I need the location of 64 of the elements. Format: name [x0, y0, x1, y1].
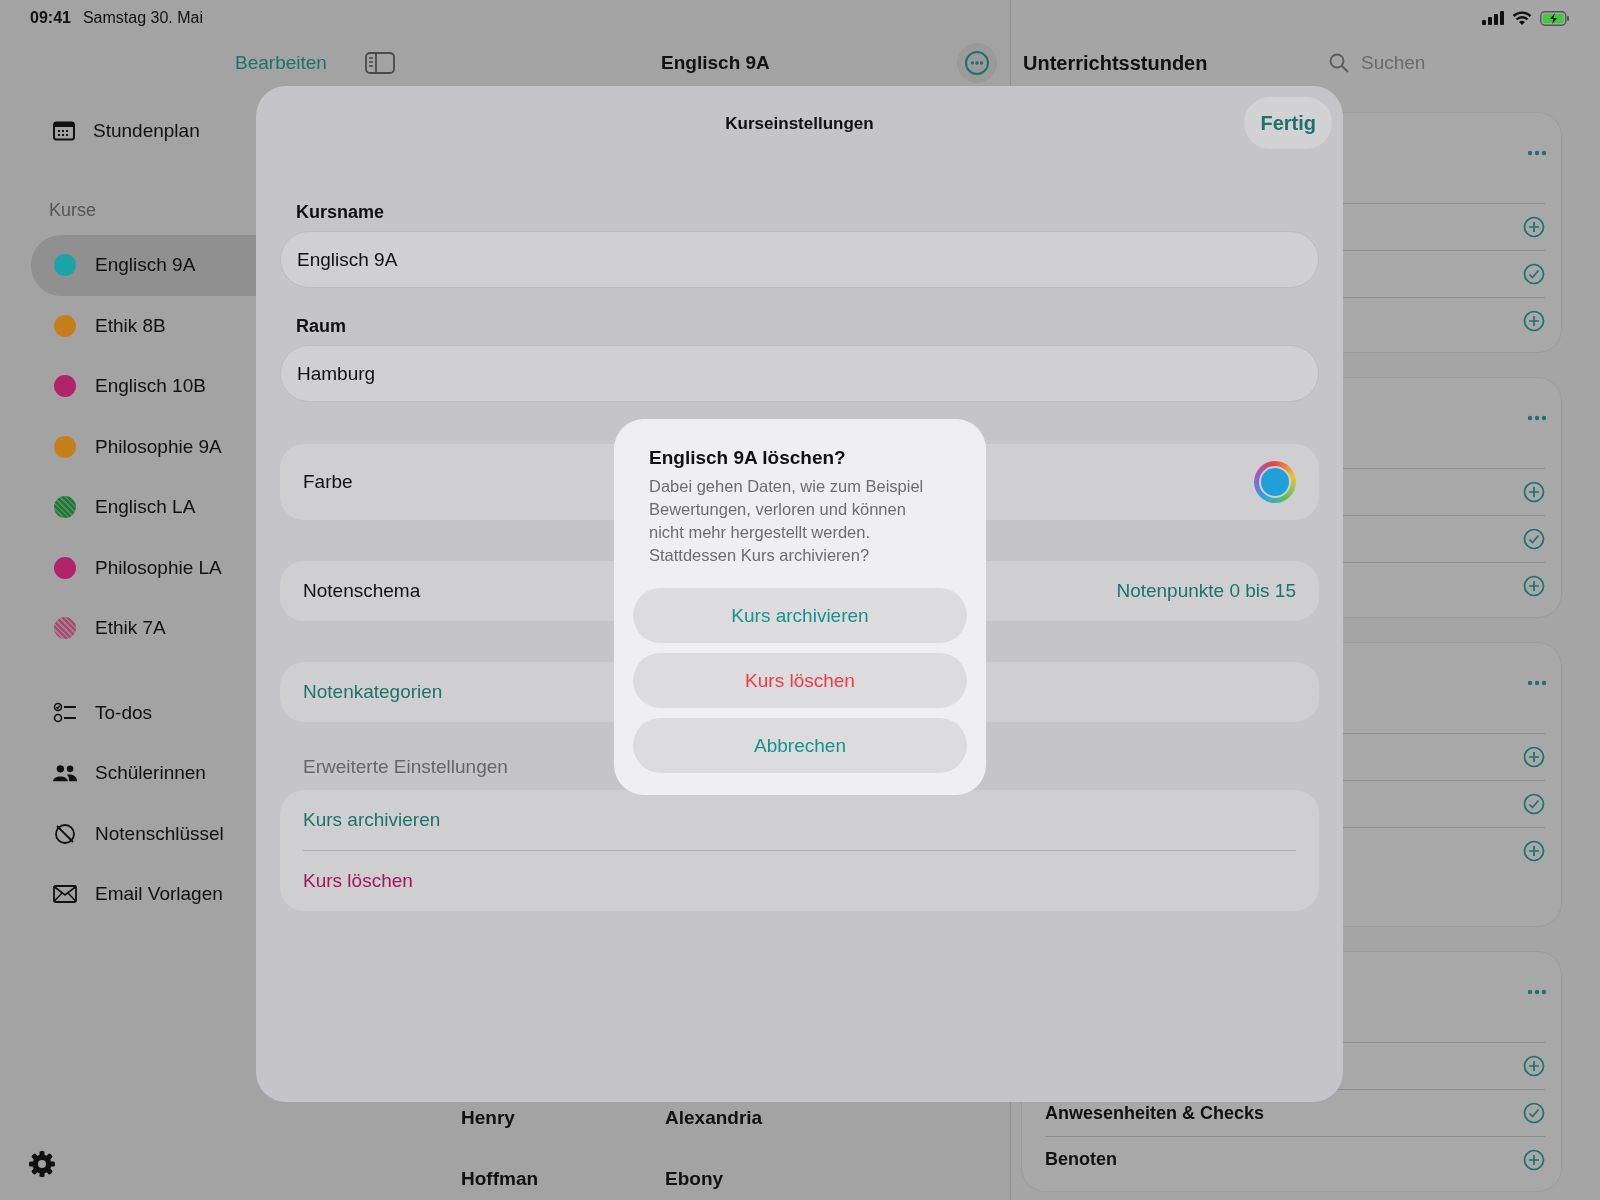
checkmark-icon[interactable] — [1523, 1102, 1545, 1124]
search-icon — [1329, 53, 1349, 73]
more-dots-icon[interactable] — [1527, 415, 1547, 421]
status-date: Samstag 30. Mai — [82, 9, 203, 27]
student-name: Hoffman — [461, 1169, 540, 1190]
schedule-item[interactable]: Stundenplan — [93, 120, 200, 142]
course-item[interactable]: Philosophie LA — [0, 537, 256, 598]
sidebar-item[interactable]: Schülerinnen — [95, 762, 206, 785]
more-icon[interactable] — [956, 42, 998, 84]
sidebar-toggle-icon[interactable] — [364, 52, 395, 74]
add-icon[interactable] — [1523, 481, 1545, 503]
lesson-action[interactable]: Anwesenheiten & Checks — [1045, 1102, 1265, 1124]
add-icon[interactable] — [1523, 840, 1545, 862]
room-field[interactable]: Hamburg — [280, 345, 1319, 402]
field-label: Kursname — [296, 202, 386, 223]
sidebar-item[interactable]: To-dos — [95, 701, 153, 724]
section-title: Kurse — [49, 200, 98, 221]
panel-title: Unterrichtsstunden — [1023, 51, 1209, 75]
checkmark-icon[interactable] — [1523, 263, 1545, 285]
student-name: Alexandria — [665, 1108, 764, 1129]
action-link[interactable]: Kurs archivieren — [303, 790, 441, 850]
done-button[interactable]: Fertig — [1244, 97, 1332, 149]
status-time: 09:41 — [30, 9, 71, 27]
sidebar-item[interactable]: Email Vorlagen — [95, 883, 223, 906]
course-item[interactable]: Ethik 7A — [0, 598, 256, 659]
settings-icon[interactable] — [28, 1150, 56, 1178]
field-label: Raum — [296, 316, 347, 337]
add-icon[interactable] — [1523, 575, 1545, 597]
checkmark-icon[interactable] — [1523, 793, 1545, 815]
add-icon[interactable] — [1523, 1149, 1545, 1171]
add-icon[interactable] — [1523, 310, 1545, 332]
checklist-icon — [53, 701, 77, 724]
page-title: Englisch 9A — [660, 52, 771, 74]
lesson-action[interactable]: Benoten — [1045, 1149, 1117, 1170]
section-header: Erweiterte Einstellungen — [303, 756, 509, 778]
course-item[interactable]: Englisch 10B — [0, 356, 256, 417]
signal-icon — [1482, 11, 1504, 25]
add-icon[interactable] — [1523, 746, 1545, 768]
course-item[interactable]: Philosophie 9A — [0, 416, 256, 477]
sheet-title: Kurseinstellungen — [725, 114, 874, 134]
calendar-icon — [53, 121, 75, 141]
add-icon[interactable] — [1523, 1055, 1545, 1077]
search-field[interactable]: Suchen — [1359, 51, 1543, 75]
color-swatch[interactable] — [1254, 461, 1296, 503]
course-item[interactable]: Ethik 8B — [0, 295, 256, 356]
wifi-icon — [1512, 10, 1532, 26]
student-name: Henry — [461, 1108, 516, 1129]
sidebar-item[interactable]: Notenschlüssel — [95, 822, 224, 845]
more-dots-icon[interactable] — [1527, 150, 1547, 156]
course-item[interactable]: Englisch LA — [0, 477, 256, 538]
battery-icon — [1540, 10, 1570, 26]
more-dots-icon[interactable] — [1527, 680, 1547, 686]
people-icon — [53, 764, 77, 783]
alert-message: Dabei gehen Daten, wie zum Beispiel Bewertungen, verloren und können nicht mehr hergestellt werden. Stattdessen Kurs archivieren? — [648, 476, 925, 566]
prohibited-icon — [53, 822, 77, 845]
alert-title: Englisch 9A löschen? — [648, 447, 847, 469]
more-dots-icon[interactable] — [1527, 989, 1547, 995]
student-name: Ebony — [665, 1169, 725, 1190]
add-icon[interactable] — [1523, 216, 1545, 238]
course-item[interactable]: Englisch 9A — [31, 235, 256, 296]
action-link[interactable]: Kurs löschen — [303, 851, 413, 911]
checkmark-icon[interactable] — [1523, 528, 1545, 550]
envelope-icon — [53, 885, 77, 904]
course-name-field[interactable]: Englisch 9A — [280, 231, 1319, 288]
